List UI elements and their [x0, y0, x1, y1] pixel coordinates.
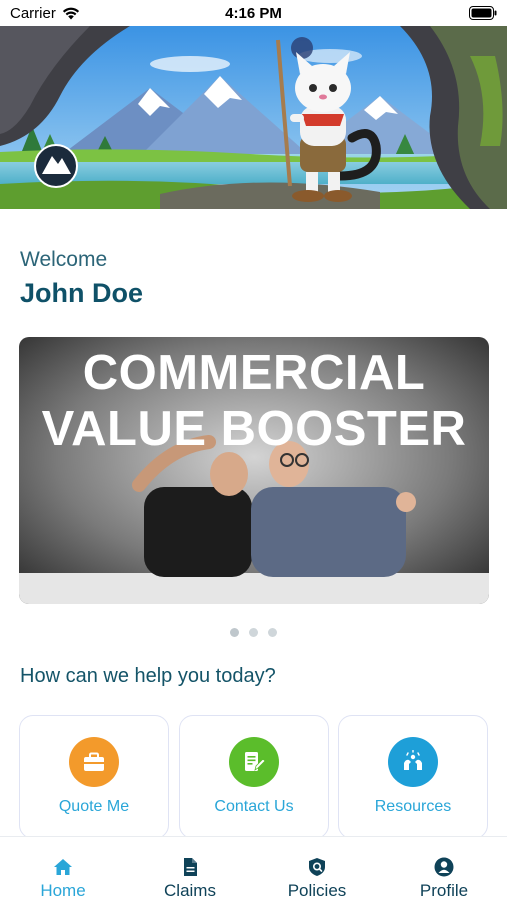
carousel-pagination[interactable] [0, 628, 507, 637]
tab-profile[interactable]: Profile [381, 837, 507, 900]
resources-label: Resources [374, 798, 452, 815]
quote-me-label: Quote Me [58, 798, 130, 815]
pagination-dot[interactable] [268, 628, 277, 637]
contact-us-card[interactable]: Contact Us [179, 715, 329, 839]
help-heading: How can we help you today? [20, 665, 276, 687]
contact-us-label: Contact Us [214, 798, 294, 815]
quote-me-card[interactable]: Quote Me [19, 715, 169, 839]
tab-bar: Home Claims Policies Profile [0, 836, 507, 900]
home-icon [54, 859, 72, 875]
shield-icon [309, 858, 325, 876]
tab-profile-label: Profile [419, 881, 469, 900]
tab-claims-label: Claims [164, 881, 216, 900]
document-edit-icon [229, 737, 279, 787]
briefcase-icon [69, 737, 119, 787]
mascot-illustration [270, 36, 380, 206]
mountain-badge-logo [35, 145, 77, 187]
handshake-icon [388, 737, 438, 787]
user-circle-icon [434, 857, 454, 877]
hero-banner [0, 26, 507, 209]
slide-title-line1: COMMERCIAL [82, 346, 426, 400]
tab-policies-label: Policies [287, 881, 347, 900]
pagination-dot[interactable] [249, 628, 258, 637]
promo-carousel[interactable]: COMMERCIAL VALUE BOOSTER [19, 337, 489, 604]
status-bar: Carrier 4:16 PM [0, 0, 507, 26]
file-icon [184, 858, 197, 876]
tab-claims[interactable]: Claims [127, 837, 253, 900]
welcome-label: Welcome [20, 248, 108, 271]
tab-home-label: Home [40, 881, 86, 900]
tab-home[interactable]: Home [0, 837, 126, 900]
user-name: John Doe [20, 278, 144, 308]
slide-title-line2: VALUE BOOSTER [41, 402, 467, 456]
battery-icon [469, 6, 497, 25]
resources-card[interactable]: Resources [338, 715, 488, 839]
clock: 4:16 PM [225, 5, 282, 22]
pagination-dot[interactable] [230, 628, 239, 637]
tab-policies[interactable]: Policies [254, 837, 380, 900]
